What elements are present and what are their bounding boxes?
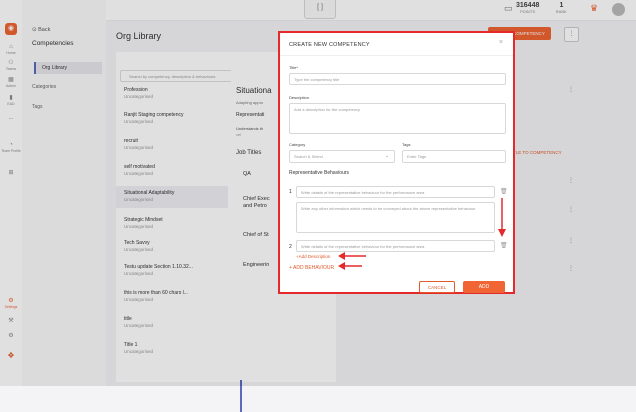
annotation-arrows bbox=[338, 198, 506, 270]
annotation-arrowhead-behaviour bbox=[338, 262, 345, 270]
annotation-arrowhead-description bbox=[338, 252, 345, 260]
annotation-arrowhead-down bbox=[498, 229, 506, 237]
